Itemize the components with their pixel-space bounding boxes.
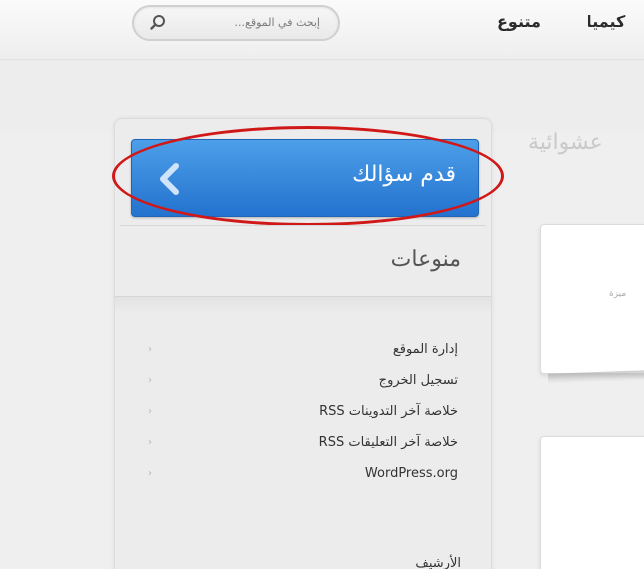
bullet-icon: › [148,468,152,479]
meta-links-list: › إدارة الموقع › تسجيل الخروج › خلاصة آخ… [140,336,462,491]
archive-section-title: الأرشيف [415,556,461,569]
link-label[interactable]: خلاصة آخر التدوينات RSS [319,404,458,419]
link-entries-rss[interactable]: › خلاصة آخر التدوينات RSS [140,398,462,429]
link-wordpress-org[interactable]: › WordPress.org [140,460,462,491]
bullet-icon: › [148,437,152,448]
post-card[interactable]: ميزة [540,224,644,374]
top-navigation-bar: إبحث في الموقع... متنوع كيمياء [0,0,644,60]
card-shadow [548,370,644,384]
search-icon [150,15,165,30]
bullet-icon: › [148,406,152,417]
bullet-icon: › [148,375,152,386]
link-label[interactable]: إدارة الموقع [393,342,458,357]
random-posts-title: عشوائية [528,130,603,155]
search-box[interactable]: إبحث في الموقع... [132,5,340,41]
post-card[interactable] [540,436,644,569]
nav-item-chemistry[interactable]: كيمياء [588,12,644,31]
highlight-annotation-ellipse [112,126,504,226]
search-input[interactable]: إبحث في الموقع... [235,16,321,29]
link-logout[interactable]: › تسجيل الخروج [140,367,462,398]
link-label[interactable]: WordPress.org [365,466,458,481]
divider [120,225,486,226]
nav-item-chemistry-label: كيمياء [588,12,626,31]
post-card-snippet: ميزة [609,289,627,299]
section-header-band [115,296,491,312]
section-title-misc: منوعات [390,247,461,272]
link-label[interactable]: تسجيل الخروج [379,373,458,388]
link-label[interactable]: خلاصة آخر التعليقات RSS [319,435,458,450]
nav-item-misc[interactable]: متنوع [497,12,541,31]
bullet-icon: › [148,344,152,355]
link-comments-rss[interactable]: › خلاصة آخر التعليقات RSS [140,429,462,460]
link-site-admin[interactable]: › إدارة الموقع [140,336,462,367]
